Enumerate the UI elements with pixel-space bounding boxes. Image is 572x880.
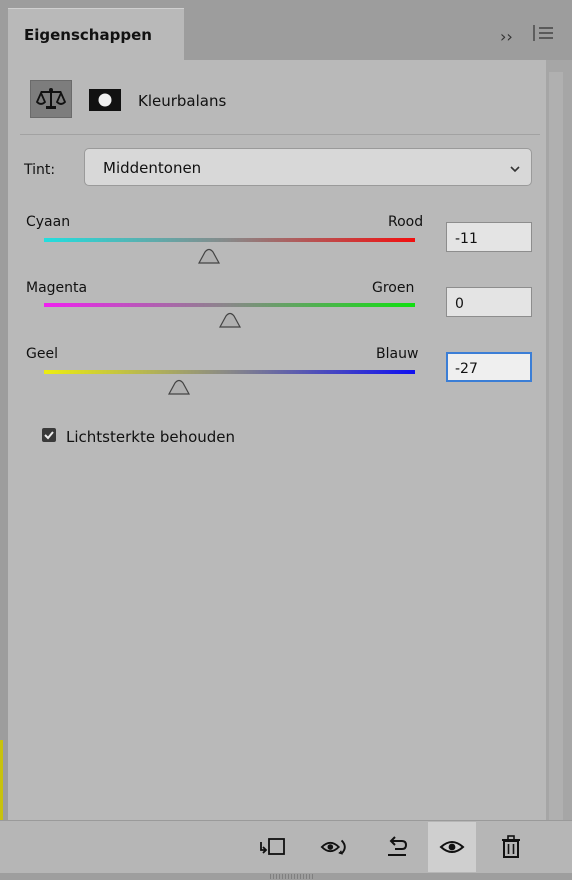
resize-grip[interactable] <box>270 874 314 879</box>
preserve-luminosity-checkbox[interactable] <box>42 428 56 442</box>
slider-magenta-groen-right-label: Groen <box>372 280 415 296</box>
slider-cyaan-rood-right-label: Rood <box>388 214 424 230</box>
tint-label: Tint: <box>24 162 56 178</box>
slider-magenta-groen-value[interactable]: 0 <box>446 287 532 317</box>
slider-geel-blauw-value[interactable]: -27 <box>446 352 532 382</box>
tab-eigenschappen-label: Eigenschappen <box>24 26 152 44</box>
tint-selected-value: Middentonen <box>103 159 202 177</box>
clip-to-layer-icon[interactable] <box>258 834 288 860</box>
slider-cyaan-rood-left-label: Cyaan <box>26 214 71 230</box>
view-previous-state-icon[interactable] <box>320 834 350 860</box>
hamburger-menu-icon[interactable] <box>532 24 554 47</box>
slider-magenta-groen-thumb[interactable] <box>218 312 242 328</box>
slider-geel-blauw-left-label: Geel <box>26 346 58 362</box>
canvas-edge-marker <box>0 740 3 828</box>
slider-cyaan-rood-value[interactable]: -11 <box>446 222 532 252</box>
panel-header: Eigenschappen ›› <box>0 0 572 60</box>
slider-geel-blauw-thumb[interactable] <box>167 379 191 395</box>
slider-magenta-groen-track[interactable] <box>44 303 415 307</box>
toggle-visibility-eye-icon[interactable] <box>437 834 467 860</box>
scrollbar-thumb[interactable] <box>549 72 563 820</box>
slider-geel-blauw-right-label: Blauw <box>376 346 419 362</box>
slider-cyaan-rood-track[interactable] <box>44 238 415 242</box>
slider-geel-blauw-track[interactable] <box>44 370 415 374</box>
balance-scale-icon[interactable] <box>30 80 72 118</box>
layer-mask-icon[interactable] <box>88 88 122 112</box>
slider-magenta-groen-left-label: Magenta <box>26 280 88 296</box>
adjustment-title: Kleurbalans <box>138 92 227 110</box>
slider-cyaan-rood-thumb[interactable] <box>197 248 221 264</box>
chevron-down-icon <box>509 160 521 179</box>
trash-icon[interactable] <box>496 834 526 860</box>
preserve-luminosity-label: Lichtsterkte behouden <box>66 428 236 446</box>
double-chevron-right-icon[interactable]: ›› <box>500 27 513 46</box>
reset-icon[interactable] <box>382 834 412 860</box>
tint-select[interactable]: Middentonen <box>84 148 532 186</box>
divider <box>20 134 540 135</box>
